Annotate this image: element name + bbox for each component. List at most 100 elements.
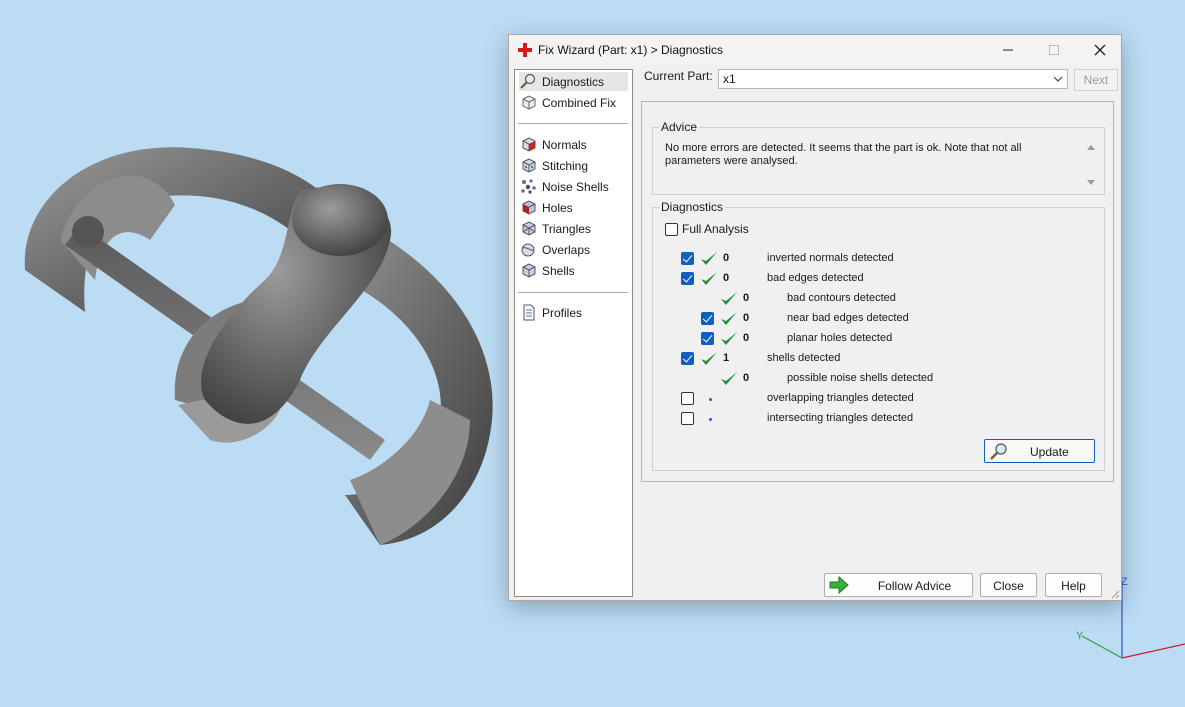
magnifier-icon xyxy=(520,73,536,89)
diagnostic-row: intersecting triangles detected xyxy=(653,411,1093,427)
update-button[interactable]: Update xyxy=(984,439,1095,463)
document-icon xyxy=(523,304,535,321)
row-count: 0 xyxy=(743,332,750,344)
row-count: 1 xyxy=(723,352,730,364)
row-checkbox[interactable] xyxy=(701,312,714,325)
sidebar-item-label: Holes xyxy=(542,200,573,215)
diagnostic-row: overlapping triangles detected xyxy=(653,391,1093,407)
pending-dot-icon xyxy=(709,398,712,401)
row-label: bad contours detected xyxy=(787,292,896,304)
diagnostic-row: 0 inverted normals detected xyxy=(653,251,1093,267)
sidebar-item-holes[interactable]: Holes xyxy=(519,198,628,217)
close-button[interactable]: Close xyxy=(980,573,1037,597)
check-mark-icon xyxy=(701,352,717,365)
pending-dot-icon xyxy=(709,418,712,421)
diagnostic-row: 0 bad contours detected xyxy=(653,291,1093,307)
sidebar-item-label: Combined Fix xyxy=(542,95,617,110)
sidebar-divider xyxy=(518,123,628,124)
sidebar-item-label: Noise Shells xyxy=(542,179,609,194)
window-title: Fix Wizard (Part: x1) > Diagnostics xyxy=(538,43,724,57)
help-button-label: Help xyxy=(1061,579,1086,593)
sidebar-item-label: Triangles xyxy=(542,221,591,236)
sidebar-item-profiles[interactable]: Profiles xyxy=(519,303,628,322)
sidebar-item-stitching[interactable]: Stitching xyxy=(519,156,628,175)
sidebar-item-combined-fix[interactable]: Combined Fix xyxy=(519,93,628,112)
minimize-icon xyxy=(1003,49,1013,51)
z-axis-label: Z xyxy=(1121,576,1128,588)
diagnostics-panel: Advice No more errors are detected. It s… xyxy=(641,101,1114,482)
sidebar-item-triangles[interactable]: Triangles xyxy=(519,219,628,238)
row-count: 0 xyxy=(723,272,730,284)
row-label: inverted normals detected xyxy=(767,252,894,264)
row-count: 0 xyxy=(743,292,750,304)
check-mark-icon xyxy=(721,332,737,345)
sidebar-item-label: Shells xyxy=(542,263,575,278)
row-label: intersecting triangles detected xyxy=(767,412,914,424)
sidebar-item-label: Stitching xyxy=(542,158,589,173)
chevron-down-icon xyxy=(1053,76,1063,82)
row-label: possible noise shells detected xyxy=(787,372,934,384)
advice-scrollbar[interactable] xyxy=(1084,142,1098,188)
row-label: bad edges detected xyxy=(767,272,864,284)
minimize-button[interactable] xyxy=(997,40,1019,60)
diagnostic-row: 0 possible noise shells detected xyxy=(653,371,1093,387)
checkbox[interactable] xyxy=(665,222,678,236)
sidebar-item-normals[interactable]: Normals xyxy=(519,135,628,154)
cube-icon xyxy=(522,95,536,110)
diagnostic-row: 1 shells detected xyxy=(653,351,1093,367)
sidebar-item-diagnostics[interactable]: Diagnostics xyxy=(519,72,628,91)
update-button-label: Update xyxy=(1030,445,1069,459)
row-label: overlapping triangles detected xyxy=(767,392,914,404)
close-window-button[interactable] xyxy=(1089,40,1111,60)
close-icon xyxy=(1094,44,1106,56)
noise-shells-icon xyxy=(521,179,536,194)
3d-part-model[interactable] xyxy=(0,0,510,560)
title-bar[interactable]: Fix Wizard (Part: x1) > Diagnostics xyxy=(509,35,1121,65)
overlaps-icon xyxy=(521,243,535,257)
diagnostic-row: 0 bad edges detected xyxy=(653,271,1093,287)
stitching-cube-icon xyxy=(522,158,536,173)
wizard-sidebar: Diagnostics Combined Fix Normals Stitchi… xyxy=(514,69,633,597)
red-cross-icon xyxy=(518,43,532,57)
row-checkbox[interactable] xyxy=(681,352,694,365)
sidebar-item-label: Normals xyxy=(542,137,587,152)
row-count: 0 xyxy=(743,372,750,384)
help-button[interactable]: Help xyxy=(1045,573,1102,597)
triangles-cube-icon xyxy=(522,221,536,236)
advice-text: No more errors are detected. It seems th… xyxy=(665,142,1022,167)
sidebar-divider xyxy=(518,292,628,293)
resize-grip-icon[interactable] xyxy=(1110,589,1120,599)
row-checkbox[interactable] xyxy=(681,252,694,265)
next-button[interactable]: Next xyxy=(1074,69,1118,91)
row-label: planar holes detected xyxy=(787,332,893,344)
check-mark-icon xyxy=(701,272,717,285)
row-count: 0 xyxy=(743,312,750,324)
current-part-value: x1 xyxy=(723,72,736,86)
advice-title: Advice xyxy=(659,120,700,134)
current-part-select[interactable]: x1 xyxy=(718,69,1068,89)
current-part-label: Current Part: xyxy=(644,69,713,83)
full-analysis-checkbox[interactable]: Full Analysis xyxy=(661,222,749,236)
close-button-label: Close xyxy=(993,579,1024,593)
sidebar-item-label: Overlaps xyxy=(542,242,591,257)
sidebar-item-noise-shells[interactable]: Noise Shells xyxy=(519,177,628,196)
magnifier-icon xyxy=(990,443,1007,460)
row-label: near bad edges detected xyxy=(787,312,909,324)
row-checkbox[interactable] xyxy=(701,332,714,345)
shells-cube-icon xyxy=(522,263,536,278)
diagnostic-row: 0 planar holes detected xyxy=(653,331,1093,347)
sidebar-item-shells[interactable]: Shells xyxy=(519,261,628,280)
follow-advice-button[interactable]: Follow Advice xyxy=(824,573,973,597)
row-checkbox[interactable] xyxy=(681,392,694,405)
check-mark-icon xyxy=(721,312,737,325)
maximize-button[interactable] xyxy=(1043,40,1065,60)
diagnostic-row: 0 near bad edges detected xyxy=(653,311,1093,327)
sidebar-item-overlaps[interactable]: Overlaps xyxy=(519,240,628,259)
sidebar-item-label: Diagnostics xyxy=(542,74,605,89)
row-checkbox[interactable] xyxy=(681,412,694,425)
advice-group: Advice No more errors are detected. It s… xyxy=(652,120,1105,195)
y-axis-label: Y xyxy=(1076,630,1084,642)
row-checkbox[interactable] xyxy=(681,272,694,285)
maximize-icon xyxy=(1049,45,1059,55)
check-mark-icon xyxy=(721,292,737,305)
